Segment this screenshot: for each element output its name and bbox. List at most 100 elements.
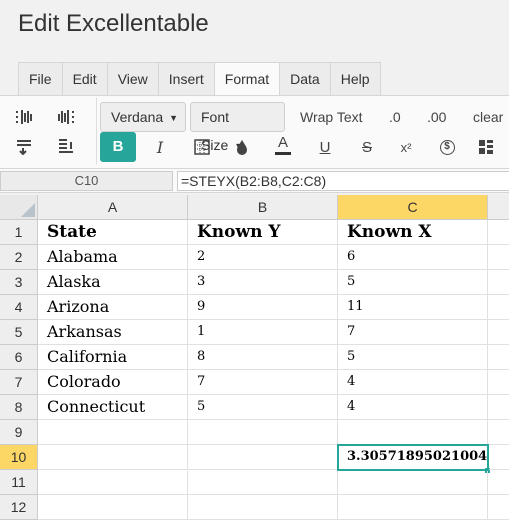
cell-d5[interactable] [488,320,509,345]
row-header-1[interactable]: 1 [0,220,38,245]
cell-a8[interactable]: Connecticut [38,395,188,420]
row-header-2[interactable]: 2 [0,245,38,270]
row-header-10[interactable]: 10 [0,445,38,470]
row-header-8[interactable]: 8 [0,395,38,420]
cell-a6[interactable]: California [38,345,188,370]
increase-decimal-button[interactable]: .00 [427,109,446,125]
cell-b9[interactable] [188,420,338,445]
cell-c11[interactable] [338,471,488,495]
column-header-a[interactable]: A [38,195,188,220]
cell-c9[interactable] [338,420,488,445]
cell-b1[interactable]: Known Y [188,220,338,245]
row-header-12[interactable]: 12 [0,495,38,520]
cell-b6[interactable]: 8 [188,345,338,370]
toolbar-separator [96,98,97,164]
cell-b7[interactable]: 7 [188,370,338,395]
formula-input[interactable]: =STEYX(B2:B8,C2:C8) [177,171,509,191]
cell-a12[interactable] [38,495,188,520]
decrease-decimal-button[interactable]: .0 [389,109,401,125]
row-header-9[interactable]: 9 [0,420,38,445]
cell-d12[interactable] [488,495,509,520]
table-layout-icon[interactable] [474,135,498,159]
cell-d6[interactable] [488,345,509,370]
text-color-swatch [275,152,291,155]
cell-d2[interactable] [488,245,509,270]
cell-c2[interactable]: 6 [338,245,488,270]
cell-b12[interactable] [188,495,338,520]
row-header-4[interactable]: 4 [0,295,38,320]
cell-b5[interactable]: 1 [188,320,338,345]
text-color-button[interactable]: A [271,133,295,157]
row-header-5[interactable]: 5 [0,320,38,345]
menu-edit[interactable]: Edit [62,63,108,96]
cell-reference-box[interactable]: C10 [0,171,173,191]
cell-c12[interactable] [338,495,488,520]
currency-button[interactable]: $ [435,135,459,159]
strikethrough-button[interactable]: S [355,135,379,159]
row-header-3[interactable]: 3 [0,270,38,295]
cell-a5[interactable]: Arkansas [38,320,188,345]
wrap-text-button[interactable]: Wrap Text [300,109,363,125]
formula-bar: C10 =STEYX(B2:B8,C2:C8) [0,168,509,193]
cell-c3[interactable]: 5 [338,270,488,295]
align-top-icon[interactable] [12,135,36,159]
font-family-dropdown[interactable]: Verdana ▼ [100,102,186,132]
cell-d1[interactable] [488,220,509,245]
cell-d8[interactable] [488,395,509,420]
indent-increase-icon[interactable] [12,105,36,129]
cell-a11[interactable] [38,471,188,495]
cell-a4[interactable]: Arizona [38,295,188,320]
cell-c7[interactable]: 4 [338,370,488,395]
font-family-value: Verdana [111,109,164,125]
menu-format[interactable]: Format [214,63,281,96]
select-all-corner[interactable] [0,195,38,220]
cell-c4[interactable]: 11 [338,295,488,320]
cell-a2[interactable]: Alabama [38,245,188,270]
menu-data[interactable]: Data [280,63,331,96]
cell-c10-selected[interactable]: 3.30571895021004 [337,444,489,471]
cell-a9[interactable] [38,420,188,445]
cell-b4[interactable]: 9 [188,295,338,320]
italic-button[interactable]: I [148,135,172,159]
superscript-button[interactable]: x² [394,135,418,159]
cell-a7[interactable]: Colorado [38,370,188,395]
row-header-6[interactable]: 6 [0,345,38,370]
cell-a3[interactable]: Alaska [38,270,188,295]
cell-a1[interactable]: State [38,220,188,245]
cell-c5[interactable]: 7 [338,320,488,345]
cell-b11[interactable] [188,471,338,495]
cell-d9[interactable] [488,420,509,445]
clear-button[interactable]: clear [473,109,503,125]
cell-d10[interactable] [489,445,509,470]
column-header-d[interactable] [488,195,509,220]
column-header-b[interactable]: B [188,195,338,220]
cell-d11[interactable] [488,471,509,495]
cell-d3[interactable] [488,270,509,295]
app-title: Edit Excellentable [18,10,209,37]
cell-a10[interactable] [38,445,188,470]
align-bottom-icon[interactable] [54,135,78,159]
row-header-11[interactable]: 11 [0,470,38,495]
font-size-dropdown[interactable]: Font Size▼ [190,102,285,153]
cell-b10[interactable] [188,445,338,470]
underline-button[interactable]: U [313,135,337,159]
borders-icon[interactable] [190,135,214,159]
fill-color-icon[interactable] [230,135,254,159]
caret-down-icon: ▼ [169,113,179,123]
menu-view[interactable]: View [107,63,159,96]
cell-d7[interactable] [488,370,509,395]
cell-d4[interactable] [488,295,509,320]
bold-button[interactable]: B [100,132,136,162]
cell-b2[interactable]: 2 [188,245,338,270]
cell-c6[interactable]: 5 [338,345,488,370]
menu-file[interactable]: File [19,63,63,96]
cell-b3[interactable]: 3 [188,270,338,295]
row-header-7[interactable]: 7 [0,370,38,395]
menu-insert[interactable]: Insert [158,63,215,96]
menu-help[interactable]: Help [330,63,380,96]
cell-c1[interactable]: Known X [338,220,488,245]
cell-c8[interactable]: 4 [338,395,488,420]
column-header-c[interactable]: C [338,195,488,220]
indent-decrease-icon[interactable] [54,105,78,129]
cell-b8[interactable]: 5 [188,395,338,420]
